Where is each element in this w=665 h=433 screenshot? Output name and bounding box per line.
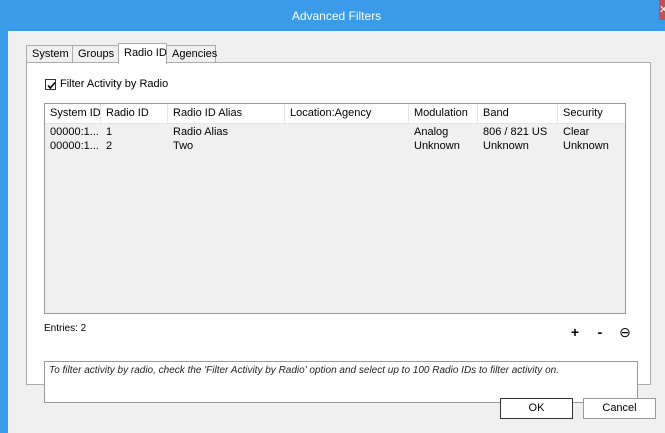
tab-groups[interactable]: Groups [72, 45, 119, 62]
window-title: Advanced Filters [291, 9, 382, 23]
cell-system-id: 00000:1... [50, 140, 99, 152]
cell-modulation: Analog [414, 126, 449, 138]
advanced-filters-window: Advanced Filters ✕ System Groups Radio I… [0, 0, 665, 433]
cell-security: Clear [563, 126, 590, 138]
cell-radio-id: 2 [106, 140, 113, 152]
column-header-radio-id[interactable]: Radio ID [101, 104, 168, 123]
column-header-band[interactable]: Band [478, 104, 558, 123]
remove-radio-button[interactable]: - [593, 325, 607, 339]
tab-agencies[interactable]: Agencies [166, 45, 217, 62]
radio-id-grid[interactable]: System ID Radio ID Radio ID Alias Locati… [44, 103, 626, 314]
clear-radios-button[interactable]: ⊖ [618, 325, 632, 339]
grid-header: System ID Radio ID Radio ID Alias Locati… [45, 104, 625, 124]
filter-activity-label: Filter Activity by Radio [60, 78, 169, 90]
cell-band: Unknown [483, 140, 529, 152]
cell-modulation: Unknown [414, 140, 460, 152]
ok-button[interactable]: OK [500, 398, 573, 419]
column-header-radio-id-alias[interactable]: Radio ID Alias [168, 104, 285, 123]
tab-radio-id[interactable]: Radio ID [118, 43, 167, 64]
help-text-box: To filter activity by radio, check the '… [44, 361, 638, 403]
dialog-body: System Groups Radio ID Agencies Filter A… [8, 31, 665, 433]
column-header-security[interactable]: Security [558, 104, 625, 123]
title-bar: Advanced Filters ✕ [8, 0, 665, 31]
cell-location-agency [285, 139, 409, 153]
table-row[interactable]: 00000:1... 2 Two Unknown Unknown Unknown [45, 139, 625, 153]
add-radio-button[interactable]: + [568, 325, 582, 339]
cell-location-agency [285, 125, 409, 139]
cell-security: Unknown [563, 140, 609, 152]
cell-system-id: 00000:1... [50, 126, 99, 138]
table-row[interactable]: 00000:1... 1 Radio Alias Analog 806 / 82… [45, 125, 625, 139]
radio-id-tab-panel: Filter Activity by Radio System ID Radio… [26, 62, 651, 403]
checkmark-icon [47, 81, 56, 90]
close-icon[interactable]: ✕ [659, 0, 665, 20]
cell-radio-id: 1 [106, 126, 113, 138]
cell-band: 806 / 821 US [483, 126, 548, 138]
filter-activity-checkbox[interactable] [45, 79, 56, 90]
column-header-modulation[interactable]: Modulation [409, 104, 478, 123]
cancel-button[interactable]: Cancel [583, 398, 656, 419]
cell-radio-id-alias: Radio Alias [173, 126, 229, 138]
tab-system[interactable]: System [26, 45, 73, 62]
entries-count: Entries: 2 [44, 323, 87, 334]
cell-radio-id-alias: Two [173, 140, 194, 152]
column-header-location-agency[interactable]: Location:Agency [285, 104, 409, 123]
column-header-system-id[interactable]: System ID [45, 104, 101, 123]
